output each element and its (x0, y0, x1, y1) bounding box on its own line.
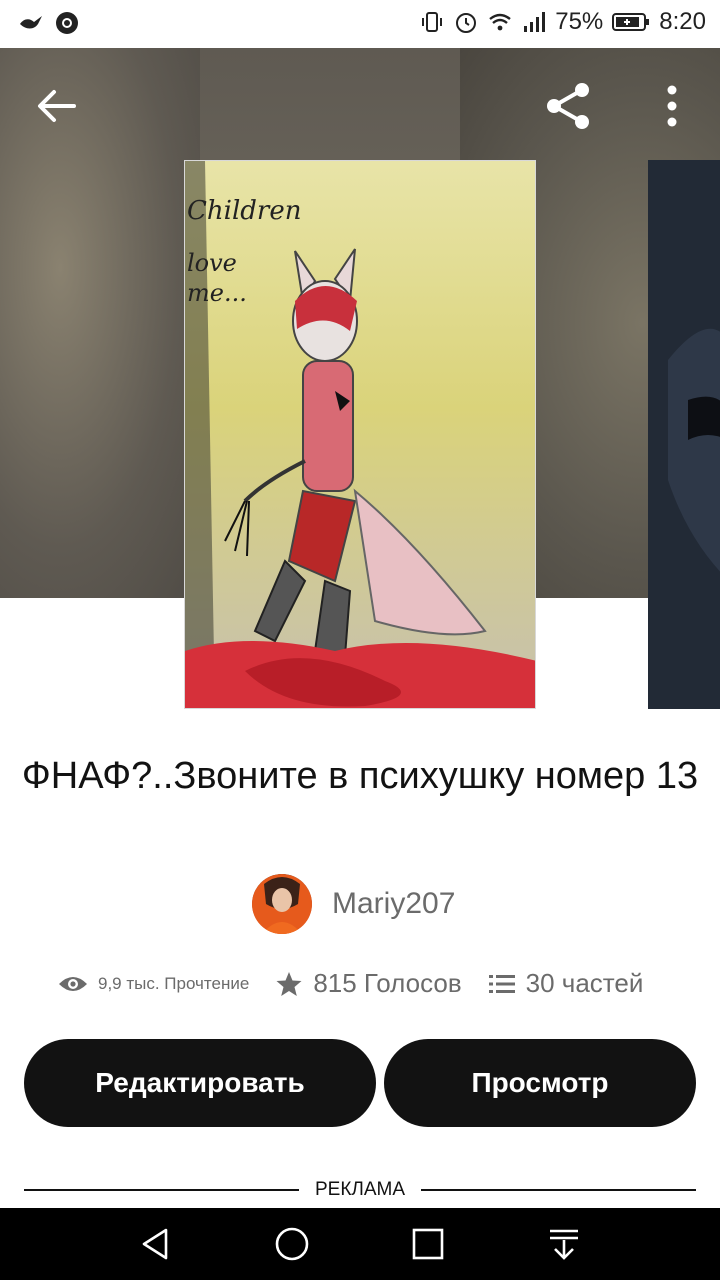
signal-icon (524, 12, 546, 32)
next-book-cover[interactable] (648, 160, 720, 709)
system-nav-bar (0, 1208, 720, 1280)
book-cover[interactable]: Children love me... (184, 160, 536, 709)
eye-icon (59, 976, 87, 991)
stat-votes: 815 Голосов (275, 968, 462, 999)
book-title: ФНАФ?..Звоните в психушку номер 13 (21, 755, 699, 797)
avatar-image (252, 874, 312, 934)
battery-icon (612, 13, 650, 31)
clock: 8:20 (659, 8, 706, 35)
share-icon[interactable] (540, 78, 596, 134)
status-left (18, 10, 80, 36)
battery-percent: 75% (555, 8, 604, 35)
edit-button[interactable]: Редактировать (24, 1039, 376, 1127)
view-button[interactable]: Просмотр (384, 1039, 696, 1127)
bird-notification-icon (20, 16, 42, 29)
more-vert-icon[interactable] (652, 80, 692, 132)
wifi-icon (489, 13, 511, 31)
cover-text: Children (187, 196, 301, 226)
author-name[interactable]: Mariy207 (332, 887, 455, 921)
next-cover-illustration (648, 160, 720, 709)
ad-line-left (24, 1189, 299, 1191)
chrome-notification-icon (56, 12, 78, 34)
cover-illustration: Children love me... (185, 161, 535, 708)
ad-divider: РЕКЛАМА (24, 1176, 696, 1204)
alarm-icon (456, 13, 477, 33)
nav-notifications-icon[interactable] (546, 1226, 582, 1262)
author-row[interactable]: Mariy207 (252, 874, 455, 934)
author-avatar[interactable] (252, 874, 312, 934)
star-icon (276, 971, 302, 996)
svg-text:me...: me... (187, 279, 247, 307)
reads-count: 9,9 тыс. Прочтение (98, 973, 250, 993)
nav-recents-icon[interactable] (410, 1226, 446, 1262)
ad-line-right (421, 1189, 696, 1191)
nav-home-icon[interactable] (274, 1226, 310, 1262)
nav-back-icon[interactable] (138, 1226, 174, 1262)
stat-parts: 30 частей (488, 968, 644, 999)
ad-label: РЕКЛАМА (314, 1179, 406, 1200)
status-bar: 75% 8:20 (0, 0, 720, 48)
list-icon (488, 974, 515, 993)
status-right: 75% 8:20 (419, 8, 706, 36)
back-arrow-icon[interactable] (30, 80, 82, 132)
svg-text:love: love (187, 249, 237, 277)
vibrate-icon (422, 12, 443, 32)
parts-count: 30 частей (525, 968, 644, 998)
votes-count: 815 Голосов (313, 968, 462, 998)
stat-reads: 9,9 тыс. Прочтение (58, 973, 249, 995)
stats-row: 9,9 тыс. Прочтение 815 Голосов 30 частей (58, 968, 678, 999)
